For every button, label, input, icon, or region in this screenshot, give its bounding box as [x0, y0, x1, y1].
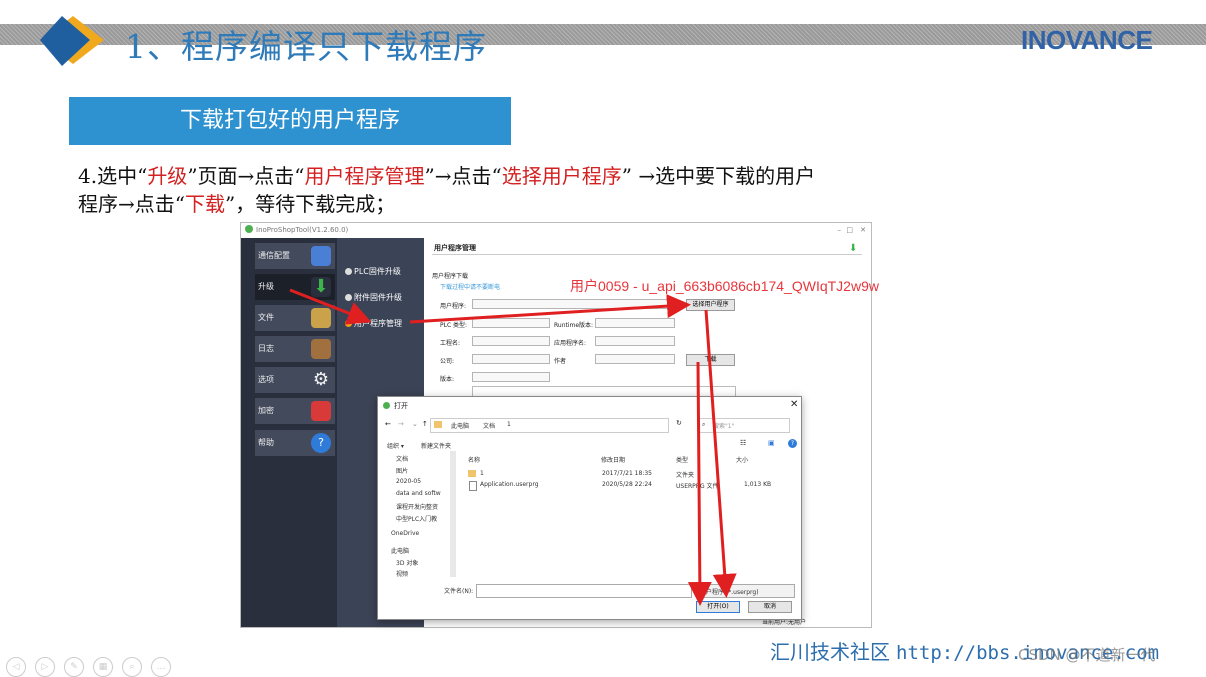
zoom-icon[interactable]: ⌕	[122, 657, 142, 677]
annotation-arrows	[289, 288, 737, 606]
slides-icon[interactable]: ▦	[93, 657, 113, 677]
more-icon[interactable]: …	[151, 657, 171, 677]
arrow-select-to-file	[704, 309, 737, 598]
footer-label: 汇川技术社区	[770, 640, 890, 664]
arrow-upgrade-to-menu	[289, 288, 372, 325]
next-slide-icon[interactable]: ▷	[35, 657, 55, 677]
arrow-menu-to-select	[409, 294, 691, 324]
presentation-controls: ◁ ▷ ✎ ▦ ⌕ …	[6, 654, 180, 677]
pen-icon[interactable]: ✎	[64, 657, 84, 677]
csdn-watermark: CSDN @不道新一代	[1018, 646, 1156, 664]
prev-slide-icon[interactable]: ◁	[6, 657, 26, 677]
arrow-download-to-open	[687, 361, 712, 606]
watermark: 用户0059 - u_api_663b6086cb174_QWIqTJ2w9w	[570, 278, 879, 294]
